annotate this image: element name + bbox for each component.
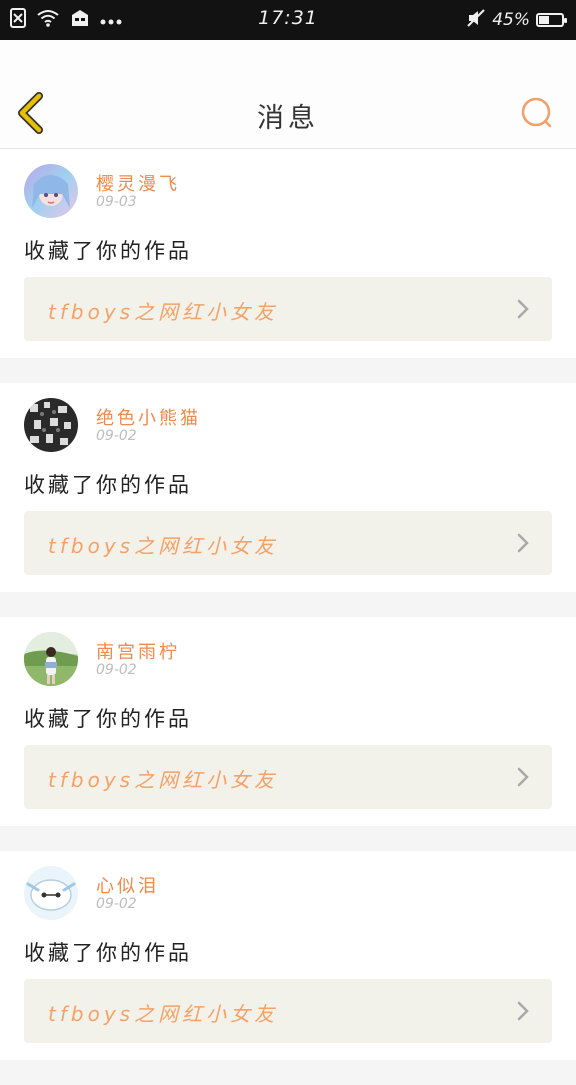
- message-date: 09-02: [96, 428, 137, 444]
- status-right-icons: 45%: [466, 8, 567, 32]
- work-link[interactable]: tfboys之网红小女友: [24, 979, 552, 1043]
- work-title: tfboys之网红小女友: [48, 768, 279, 792]
- action-text: 收藏了你的作品: [24, 941, 192, 965]
- message-card: 绝色小熊猫 09-02 收藏了你的作品 tfboys之网红小女友: [0, 383, 576, 592]
- avatar[interactable]: [24, 866, 78, 920]
- action-text: 收藏了你的作品: [24, 239, 192, 263]
- message-card: 南宫雨柠 09-02 收藏了你的作品 tfboys之网红小女友: [0, 617, 576, 826]
- page-title: 消息: [257, 103, 319, 134]
- battery-icon: [536, 13, 567, 27]
- message-card: 心似泪 09-02 收藏了你的作品 tfboys之网红小女友: [0, 851, 576, 1060]
- message-card: 樱灵漫飞 09-03 收藏了你的作品 tfboys之网红小女友: [0, 149, 576, 358]
- message-date: 09-02: [96, 896, 137, 912]
- action-text: 收藏了你的作品: [24, 707, 192, 731]
- message-date: 09-03: [96, 194, 137, 210]
- back-button[interactable]: [12, 90, 52, 136]
- username[interactable]: 南宫雨柠: [96, 638, 180, 664]
- chevron-right-icon: [516, 767, 530, 787]
- search-button[interactable]: [518, 94, 558, 134]
- chevron-right-icon: [516, 1001, 530, 1021]
- chevron-right-icon: [516, 299, 530, 319]
- app-header: 消息: [0, 40, 576, 149]
- work-title: tfboys之网红小女友: [48, 1002, 279, 1026]
- avatar[interactable]: [24, 164, 78, 218]
- work-link[interactable]: tfboys之网红小女友: [24, 277, 552, 341]
- avatar[interactable]: [24, 398, 78, 452]
- message-date: 09-02: [96, 662, 137, 678]
- work-title: tfboys之网红小女友: [48, 300, 279, 324]
- username[interactable]: 心似泪: [96, 872, 159, 898]
- chevron-right-icon: [516, 533, 530, 553]
- battery-percent: 45%: [492, 10, 530, 30]
- search-icon: [518, 97, 558, 138]
- work-link[interactable]: tfboys之网红小女友: [24, 745, 552, 809]
- work-title: tfboys之网红小女友: [48, 534, 279, 558]
- work-link[interactable]: tfboys之网红小女友: [24, 511, 552, 575]
- username[interactable]: 绝色小熊猫: [96, 404, 201, 430]
- chevron-left-icon: [12, 92, 52, 140]
- status-bar: 17:31 45%: [0, 0, 576, 40]
- username[interactable]: 樱灵漫飞: [96, 170, 180, 196]
- mute-icon: [466, 8, 486, 32]
- message-list: 樱灵漫飞 09-03 收藏了你的作品 tfboys之网红小女友 绝色小熊猫 09…: [0, 149, 576, 1085]
- battery-level: [539, 16, 549, 24]
- avatar[interactable]: [24, 632, 78, 686]
- action-text: 收藏了你的作品: [24, 473, 192, 497]
